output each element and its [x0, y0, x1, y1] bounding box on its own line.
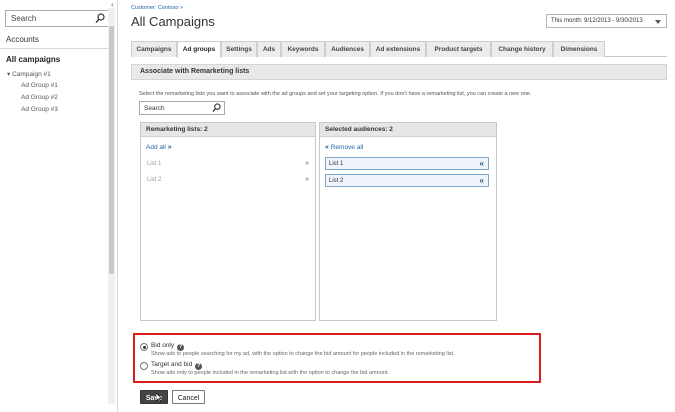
- selected-audiences-header: Selected audiences: 2: [320, 123, 496, 137]
- bid-only-option[interactable]: Bid only?: [151, 342, 185, 351]
- remarketing-lists-box: Remarketing lists: 2 Add all » List 1 » …: [140, 122, 316, 321]
- list-item-label: List 2: [147, 177, 162, 183]
- save-button[interactable]: Save: [140, 390, 168, 404]
- sidebar-accounts-link[interactable]: Accounts: [6, 35, 39, 44]
- sidebar-search-input[interactable]: [6, 11, 92, 26]
- expand-triangle-icon[interactable]: ▾: [7, 71, 10, 78]
- search-icon[interactable]: [95, 13, 105, 24]
- sidebar-scrollbar[interactable]: [108, 8, 115, 404]
- date-range-dropdown[interactable]: This month: 9/12/2013 - 9/30/2013: [546, 14, 667, 28]
- mouse-pointer-icon: [156, 393, 162, 402]
- selected-list-item[interactable]: List 2 «: [325, 174, 489, 187]
- tab-settings[interactable]: Settings: [221, 41, 257, 57]
- tab-ads[interactable]: Ads: [257, 41, 281, 57]
- tab-change-history[interactable]: Change history: [491, 41, 553, 57]
- tab-campaigns[interactable]: Campaigns: [131, 41, 177, 57]
- remove-all-label: Remove all: [330, 144, 364, 151]
- selected-list-item[interactable]: List 1 «: [325, 157, 489, 170]
- tab-ad-groups[interactable]: Ad groups: [177, 41, 221, 58]
- panel-instructions: Select the remarketing lists you want to…: [139, 91, 532, 97]
- tab-ad-extensions[interactable]: Ad extensions: [370, 41, 426, 57]
- selected-list-item-label: List 1: [329, 161, 344, 167]
- target-and-bid-description: Show ads only to people included in the …: [151, 370, 389, 376]
- page-title: All Campaigns: [131, 14, 215, 29]
- sidebar-divider: [0, 48, 108, 49]
- list-search-box: [139, 101, 225, 115]
- tab-keywords[interactable]: Keywords: [281, 41, 325, 57]
- target-and-bid-radio[interactable]: [140, 362, 148, 370]
- sidebar-ad-group-item[interactable]: Ad Group #1: [21, 82, 58, 89]
- remarketing-lists-header: Remarketing lists: 2: [141, 123, 315, 137]
- tab-audiences[interactable]: Audiences: [325, 41, 370, 57]
- help-icon[interactable]: ?: [177, 344, 185, 351]
- sidebar-campaign-item[interactable]: ▾ Campaign #1: [7, 70, 51, 78]
- sidebar-scrollbar-thumb[interactable]: [109, 26, 114, 274]
- sidebar-all-campaigns-link[interactable]: All campaigns: [6, 55, 60, 64]
- target-and-bid-label: Target and bid: [151, 361, 193, 368]
- date-range-label: This month: 9/12/2013 - 9/30/2013: [551, 18, 643, 24]
- panel-title: Associate with Remarketing lists: [131, 64, 667, 80]
- list-item-label: List 1: [147, 161, 162, 167]
- bid-only-radio[interactable]: [140, 343, 148, 351]
- list-item[interactable]: List 2 »: [146, 175, 311, 187]
- add-item-icon[interactable]: »: [305, 160, 309, 167]
- tab-bar: Campaigns Ad groups Settings Ads Keyword…: [131, 41, 667, 58]
- sidebar-search-box: [5, 10, 111, 27]
- sidebar-campaign-label: Campaign #1: [12, 71, 51, 78]
- dropdown-caret-icon: [655, 20, 661, 24]
- selected-list-item-label: List 2: [329, 178, 344, 184]
- target-and-bid-option[interactable]: Target and bid?: [151, 361, 203, 370]
- list-item[interactable]: List 1 »: [146, 159, 311, 171]
- add-item-icon[interactable]: »: [305, 176, 309, 183]
- remove-item-icon[interactable]: «: [480, 176, 484, 185]
- tab-product-targets[interactable]: Product targets: [426, 41, 491, 57]
- search-icon[interactable]: [212, 103, 221, 113]
- double-chevron-left-icon: «: [325, 144, 329, 151]
- breadcrumb[interactable]: Customer: Contoso >: [131, 5, 183, 11]
- add-all-link[interactable]: Add all »: [146, 144, 172, 151]
- add-all-label: Add all: [146, 144, 166, 151]
- remove-all-link[interactable]: « Remove all: [325, 144, 363, 151]
- help-icon[interactable]: ?: [195, 363, 203, 370]
- sidebar-ad-group-item[interactable]: Ad Group #3: [21, 106, 58, 113]
- tab-dimensions[interactable]: Dimensions: [553, 41, 605, 57]
- double-chevron-right-icon: »: [167, 144, 172, 151]
- list-search-input[interactable]: [140, 102, 210, 114]
- cancel-button[interactable]: Cancel: [172, 390, 205, 404]
- sidebar: Accounts All campaigns ▾ Campaign #1 Ad …: [0, 0, 118, 412]
- bid-only-description: Show ads to people searching for my ad, …: [151, 351, 455, 357]
- sidebar-ad-group-item[interactable]: Ad Group #2: [21, 94, 58, 101]
- remove-item-icon[interactable]: «: [480, 159, 484, 168]
- selected-audiences-box: Selected audiences: 2 « Remove all List …: [319, 122, 497, 321]
- bid-only-label: Bid only: [151, 342, 175, 349]
